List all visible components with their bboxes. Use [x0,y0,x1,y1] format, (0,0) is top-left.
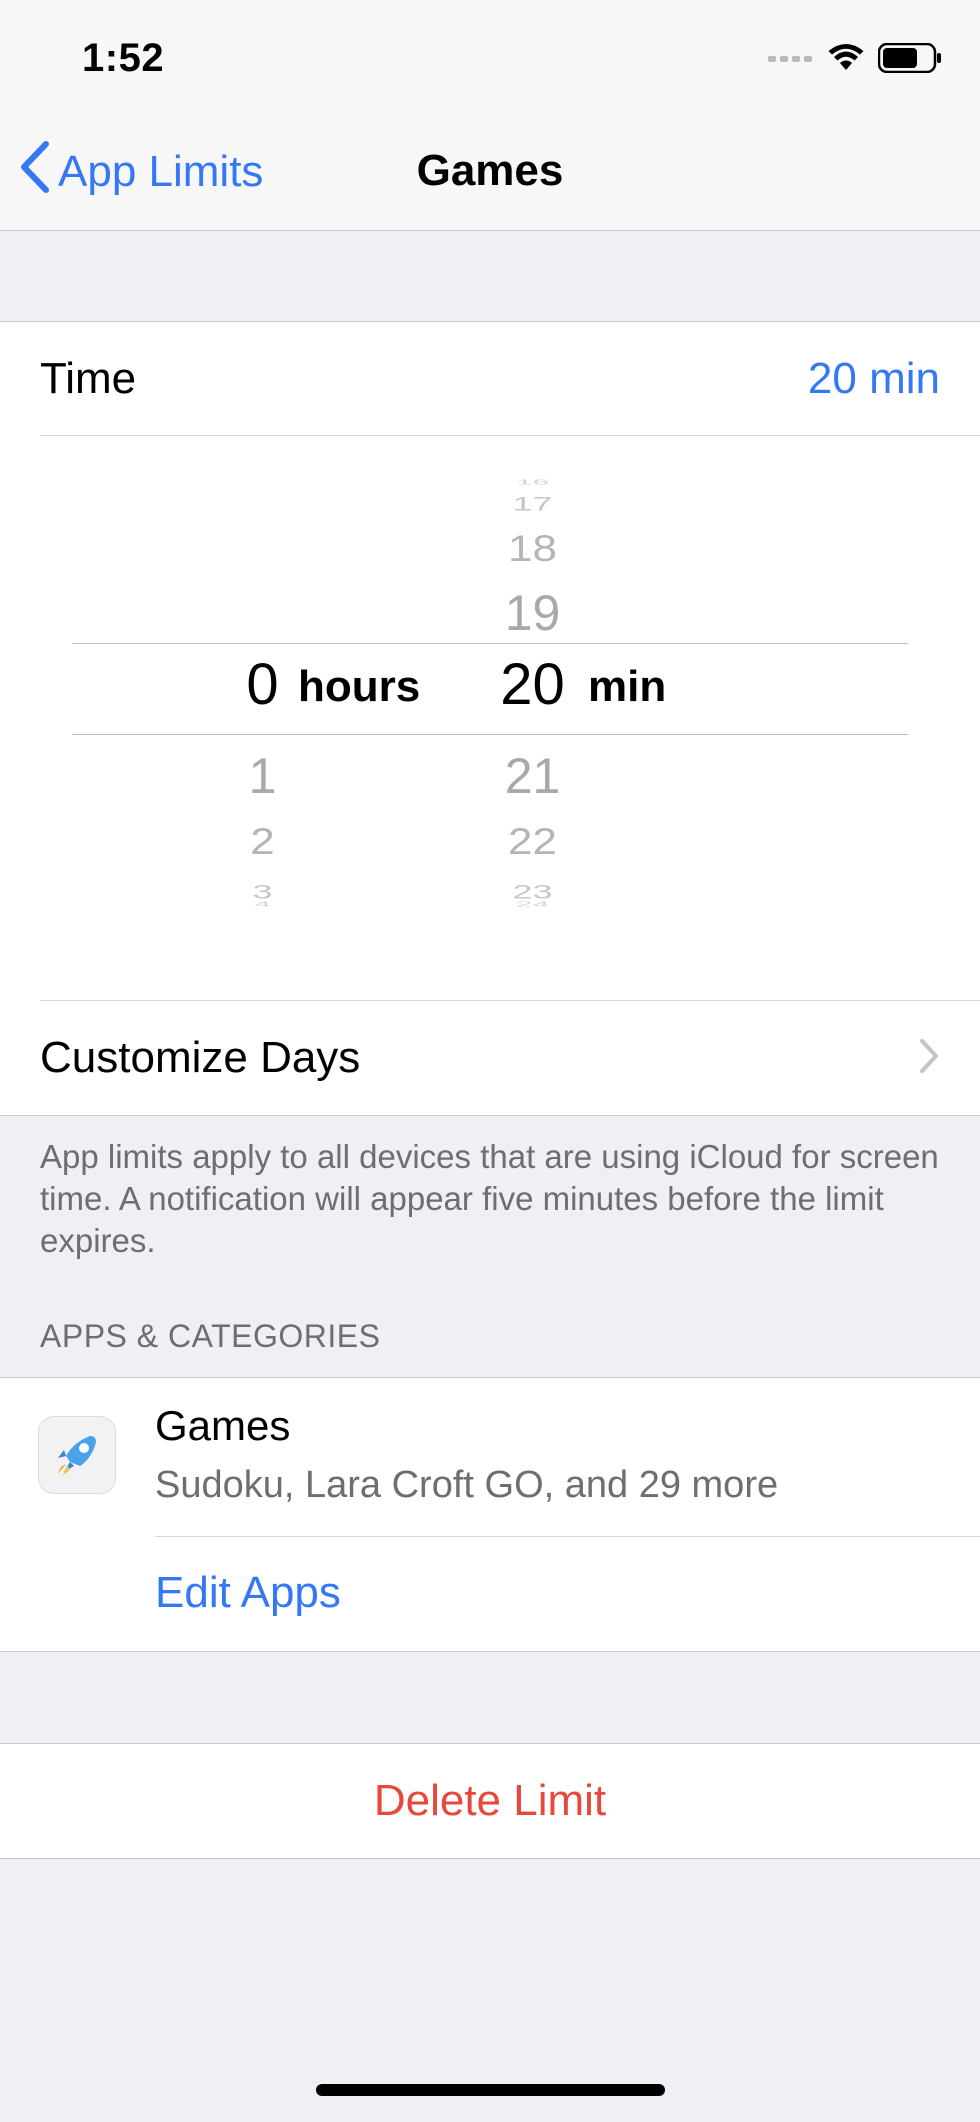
minutes-value-22[interactable]: 22 [480,818,585,866]
apps-categories-group: Games Sudoku, Lara Croft GO, and 29 more… [0,1377,980,1652]
minutes-selected-value[interactable]: 20 [480,650,585,720]
minutes-value-24[interactable]: 24 [480,902,585,907]
wifi-icon [828,43,864,77]
hours-value-3[interactable]: 3 [215,881,310,903]
hours-selected-value[interactable]: 0 [215,650,310,720]
customize-days-label: Customize Days [40,1033,361,1082]
row-separator [155,1536,980,1537]
status-time: 1:52 [82,36,165,80]
customize-days-row[interactable]: Customize Days [40,1000,980,1115]
picker-selection-bottom-line [72,734,908,735]
time-label: Time [40,353,137,403]
minutes-value-18[interactable]: 18 [480,525,585,573]
apps-section-header: APPS & CATEGORIES [40,1318,381,1354]
minutes-value-21[interactable]: 21 [480,741,585,811]
time-row[interactable]: Time 20 min [40,322,980,436]
delete-limit-group: Delete Limit [0,1743,980,1859]
status-icons [768,42,942,78]
minutes-unit-label: min [588,662,667,711]
cellular-icon [768,51,814,69]
time-picker[interactable]: 0 hours 1 2 3 4 16 17 18 19 20 min 21 22… [0,436,980,998]
minutes-value-23[interactable]: 23 [480,881,585,903]
edit-apps-button[interactable]: Edit Apps [155,1568,341,1618]
page-title: Games [416,146,564,195]
app-limits-footer-note: App limits apply to all devices that are… [40,1138,939,1259]
minutes-value-17[interactable]: 17 [480,493,585,515]
time-limit-group: Time 20 min 0 hours 1 2 3 4 16 17 18 19 … [0,321,980,1116]
time-value: 20 min [807,353,940,403]
minutes-value-16[interactable]: 16 [480,480,585,485]
minutes-value-19[interactable]: 19 [480,578,585,648]
hours-value-1[interactable]: 1 [215,741,310,811]
hours-value-4[interactable]: 4 [215,902,310,907]
category-apps-summary: Sudoku, Lara Croft GO, and 29 more [155,1464,779,1506]
chevron-right-icon [918,1037,940,1080]
battery-icon [877,42,942,78]
home-indicator[interactable] [316,2084,665,2096]
hours-value-2[interactable]: 2 [215,818,310,866]
delete-limit-button[interactable]: Delete Limit [374,1776,606,1826]
category-name: Games [155,1402,291,1449]
rocket-icon [38,1416,116,1494]
hours-unit-label: hours [298,662,421,711]
